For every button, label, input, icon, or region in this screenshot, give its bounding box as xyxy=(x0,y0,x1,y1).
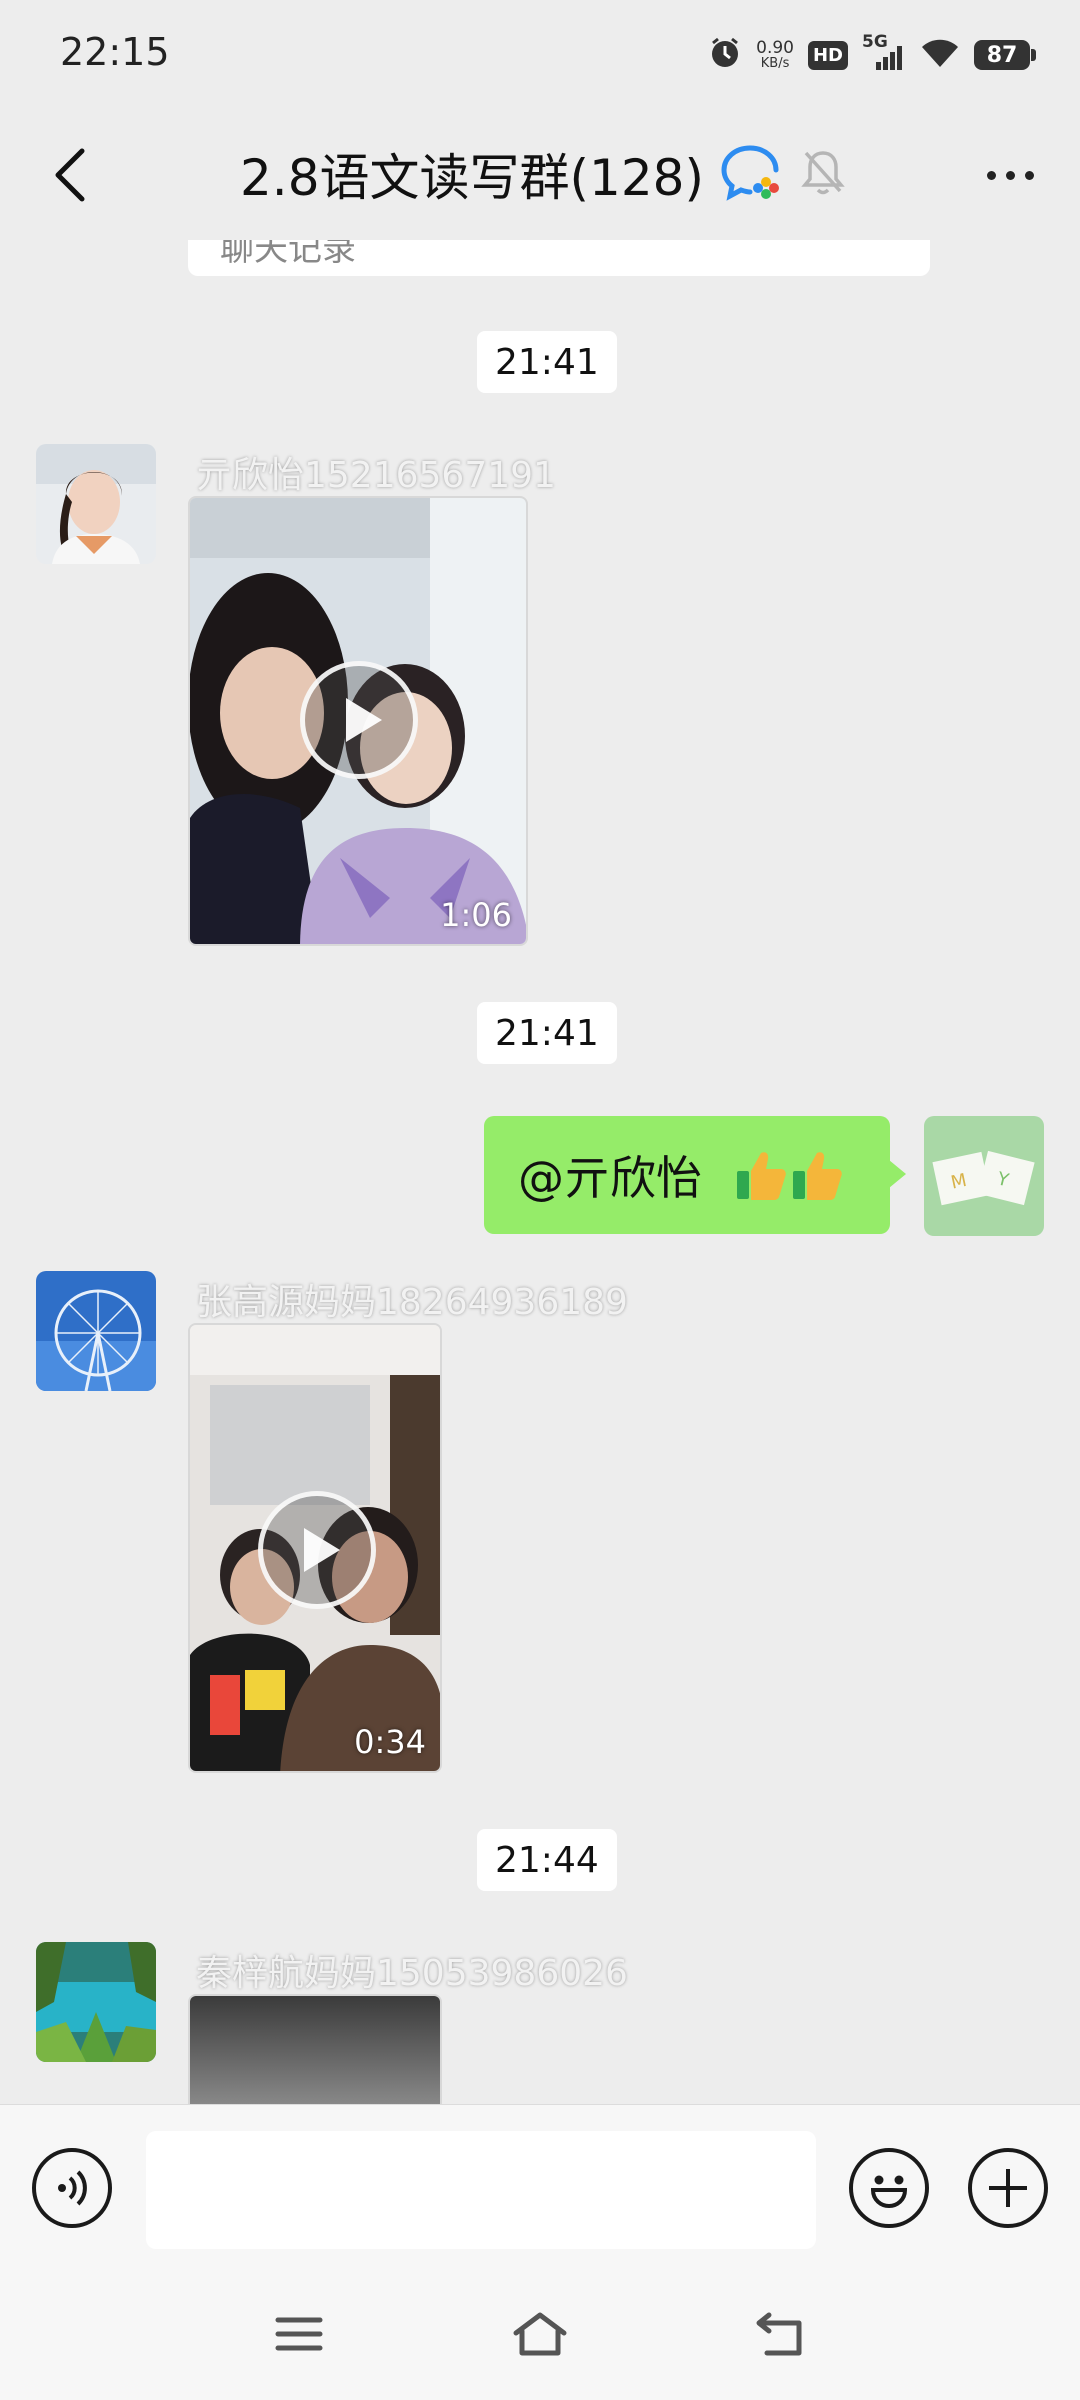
thumbs-up-emoji-group xyxy=(733,1147,845,1203)
more-button[interactable] xyxy=(960,135,1060,215)
chat-title: 2.8语文读写群(128) xyxy=(240,134,846,214)
group-name: 2.8语文读写群(128) xyxy=(240,149,704,207)
voice-button[interactable] xyxy=(32,2148,112,2228)
hd-badge: HD xyxy=(807,40,848,70)
emoji-icon xyxy=(870,2175,908,2209)
emoji-button[interactable] xyxy=(849,2148,929,2228)
thumbs-up-icon xyxy=(736,1152,786,1200)
back-arrow-icon xyxy=(55,148,85,202)
more-dots-icon xyxy=(986,170,996,180)
play-icon xyxy=(300,661,418,779)
wecom-group-icon xyxy=(720,142,784,206)
sender-name: 秦梓航妈妈15053986026 xyxy=(196,1953,628,1994)
alarm-icon xyxy=(708,36,742,74)
plus-button[interactable] xyxy=(968,2148,1048,2228)
message-input[interactable] xyxy=(146,2131,816,2249)
battery-indicator: 87 xyxy=(974,40,1036,70)
message-text: @亓欣怡 xyxy=(518,1151,717,1205)
chat-history-card[interactable]: 聊天记录 xyxy=(188,240,930,276)
video-duration: 1:06 xyxy=(440,896,512,934)
my-avatar[interactable]: MY xyxy=(924,1116,1044,1236)
my-text-message[interactable]: @亓欣怡 xyxy=(484,1116,906,1234)
video-message[interactable] xyxy=(188,1994,442,2104)
chat-header: 2.8语文读写群(128) xyxy=(0,110,1080,240)
status-bar: 22:15 0.90 KB/s HD 5G 87 xyxy=(0,0,1080,110)
net-speed-value: 0.90 xyxy=(756,38,794,58)
more-dot xyxy=(1024,170,1034,180)
back-button[interactable] xyxy=(30,135,110,215)
menu-icon xyxy=(275,2317,323,2351)
net-speed-unit: KB/s xyxy=(760,56,790,71)
thumbs-up-icon xyxy=(792,1152,842,1200)
plus-icon xyxy=(989,2169,1027,2207)
chat-history-card-text: 聊天记录 xyxy=(220,240,356,269)
return-button[interactable] xyxy=(746,2304,816,2364)
avatar[interactable] xyxy=(36,1942,156,2062)
avatar[interactable] xyxy=(36,1271,156,1391)
home-icon xyxy=(513,2312,567,2356)
wifi-icon xyxy=(920,37,960,73)
net-speed: 0.90 KB/s xyxy=(756,38,794,71)
video-duration: 0:34 xyxy=(354,1723,426,1761)
more-dot xyxy=(1005,170,1015,180)
timestamp: 21:41 xyxy=(477,331,617,393)
status-time: 22:15 xyxy=(60,30,170,74)
sender-name: 亓欣怡15216567191 xyxy=(196,455,556,496)
chat-message-list[interactable]: 聊天记录 21:41 亓欣怡15216567191 1:06 21:41 @亓欣… xyxy=(0,240,1080,2104)
sender-name: 张高源妈妈18264936189 xyxy=(196,1282,628,1323)
home-button[interactable] xyxy=(505,2304,575,2364)
return-icon xyxy=(756,2312,802,2356)
cellular-signal-icon: 5G xyxy=(862,32,906,72)
menu-button[interactable] xyxy=(264,2304,334,2364)
video-message[interactable]: 1:06 xyxy=(188,496,528,946)
video-message[interactable]: 0:34 xyxy=(188,1323,442,1773)
voice-icon xyxy=(58,2170,87,2206)
input-bar xyxy=(0,2104,1080,2270)
timestamp: 21:44 xyxy=(477,1829,617,1891)
status-icons: 0.90 KB/s HD 5G 87 xyxy=(708,30,1036,80)
play-icon xyxy=(258,1491,376,1609)
avatar[interactable] xyxy=(36,444,156,564)
system-navigation-bar xyxy=(0,2270,1080,2400)
mute-bell-icon xyxy=(800,147,846,201)
timestamp: 21:41 xyxy=(477,1002,617,1064)
